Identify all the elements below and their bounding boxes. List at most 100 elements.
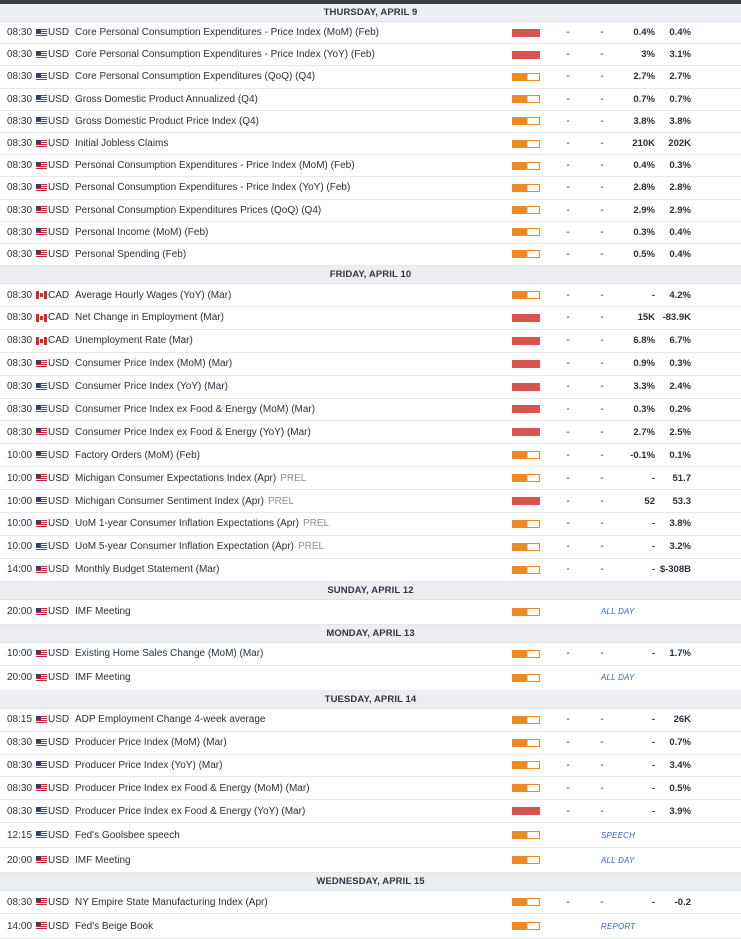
event-name[interactable]: IMF Meeting xyxy=(75,848,131,872)
event-name[interactable]: Personal Consumption Expenditures Prices… xyxy=(75,200,321,221)
event-row[interactable]: 08:30 USD Consumer Price Index ex Food & E… xyxy=(0,398,741,422)
event-name[interactable]: Gross Domestic Product Annualized (Q4) xyxy=(75,89,258,110)
event-name[interactable]: Unemployment Rate (Mar) xyxy=(75,330,193,352)
event-name[interactable]: UoM 5-year Consumer Inflation Expectatio… xyxy=(75,536,324,558)
event-row[interactable]: 10:00 USD Factory Orders (MoM) (Feb) - - -0.1… xyxy=(0,444,741,468)
event-name[interactable]: IMF Meeting xyxy=(75,666,131,690)
event-name[interactable]: Gross Domestic Product Price Index (Q4) xyxy=(75,111,259,132)
event-name[interactable]: Personal Consumption Expenditures - Pric… xyxy=(75,155,355,176)
event-name[interactable]: Average Hourly Wages (YoY) (Mar) xyxy=(75,284,231,306)
event-row[interactable]: 20:00 USD IMF Meeting ALL DAY xyxy=(0,599,741,625)
event-row[interactable]: 08:30 USD Gross Domestic Product Annualize… xyxy=(0,88,741,111)
medium-impact-indicator xyxy=(512,284,540,306)
event-title: NY Empire State Manufacturing Index (Apr… xyxy=(75,896,268,908)
event-row[interactable]: 10:00 USD Existing Home Sales Change (MoM)… xyxy=(0,642,741,666)
forecast-value: - xyxy=(651,737,655,749)
event-row[interactable]: 08:30 USD Core Personal Consumption Expend… xyxy=(0,44,741,67)
event-name[interactable]: UoM 1-year Consumer Inflation Expectatio… xyxy=(75,513,329,535)
event-name[interactable]: Michigan Consumer Sentiment Index (Apr) P… xyxy=(75,490,294,512)
event-name[interactable]: Consumer Price Index (MoM) (Mar) xyxy=(75,353,232,375)
actual-value: - xyxy=(566,541,570,553)
event-row[interactable]: 20:00 USD IMF Meeting ALL DAY xyxy=(0,665,741,691)
forecast-value: - xyxy=(651,518,655,530)
event-row[interactable]: 10:00 USD Michigan Consumer Sentiment Inde… xyxy=(0,490,741,513)
event-row[interactable]: 10:00 USD UoM 5-year Consumer Inflation Ex… xyxy=(0,535,741,559)
event-row[interactable]: 10:00 USD UoM 1-year Consumer Inflation Ex… xyxy=(0,512,741,536)
event-name[interactable]: Michigan Consumer Expectations Index (Ap… xyxy=(75,467,306,489)
forecast-value: - xyxy=(651,289,655,301)
event-name[interactable]: Personal Consumption Expenditures - Pric… xyxy=(75,177,350,198)
event-name[interactable]: Producer Price Index (MoM) (Mar) xyxy=(75,732,227,754)
event-time: 10:00 xyxy=(7,449,33,461)
event-row[interactable]: 08:30 USD Producer Price Index ex Food & E… xyxy=(0,800,741,824)
currency-code: USD xyxy=(48,541,70,553)
event-name[interactable]: Producer Price Index (YoY) (Mar) xyxy=(75,755,222,777)
event-row[interactable]: 08:30 USD Producer Price Index (YoY) (Mar)… xyxy=(0,754,741,778)
us-flag-icon xyxy=(36,444,47,466)
event-row[interactable]: 08:30 CAD Net Change in Employment (Mar) - -… xyxy=(0,306,741,330)
event-row[interactable]: 08:30 USD Personal Spending (Feb) - -0.5% 0.4… xyxy=(0,243,741,267)
event-row[interactable]: 08:30 USD Producer Price Index (MoM) (Mar)… xyxy=(0,731,741,755)
event-row[interactable]: 08:30 USD Personal Consumption Expenditure… xyxy=(0,177,741,200)
event-name[interactable]: Core Personal Consumption Expenditures -… xyxy=(75,44,375,65)
event-name[interactable]: Existing Home Sales Change (MoM) (Mar) xyxy=(75,643,263,665)
high-impact-indicator xyxy=(512,399,540,421)
event-title: UoM 1-year Consumer Inflation Expectatio… xyxy=(75,518,299,530)
event-row[interactable]: 08:30 USD Consumer Price Index (YoY) (Mar)… xyxy=(0,375,741,399)
event-row[interactable]: 08:30 USD Consumer Price Index (MoM) (Mar)… xyxy=(0,352,741,376)
event-row[interactable]: 08:30 USD NY Empire State Manufacturing In… xyxy=(0,891,741,915)
event-row[interactable]: 08:30 USD Gross Domestic Product Price Ind… xyxy=(0,110,741,133)
event-row[interactable]: 14:00 USD Fed's Beige Book REPORT xyxy=(0,914,741,939)
event-name[interactable]: Fed's Beige Book xyxy=(75,914,153,938)
event-name[interactable]: Initial Jobless Claims xyxy=(75,133,168,154)
event-row[interactable]: 20:00 USD IMF Meeting ALL DAY xyxy=(0,848,741,874)
event-row[interactable]: 14:00 USD Monthly Budget Statement (Mar) - -… xyxy=(0,558,741,582)
event-row[interactable]: 08:30 USD Personal Consumption Expenditure… xyxy=(0,155,741,178)
actual-value: - xyxy=(566,358,570,370)
event-name[interactable]: NY Empire State Manufacturing Index (Apr… xyxy=(75,891,268,913)
event-name[interactable]: Core Personal Consumption Expenditures -… xyxy=(75,22,379,43)
event-name[interactable]: Core Personal Consumption Expenditures (… xyxy=(75,66,315,87)
event-name[interactable]: Personal Spending (Feb) xyxy=(75,244,186,265)
us-flag-icon xyxy=(36,133,47,154)
event-name[interactable]: Consumer Price Index (YoY) (Mar) xyxy=(75,376,228,398)
event-name[interactable]: Producer Price Index ex Food & Energy (Y… xyxy=(75,800,305,822)
event-name[interactable]: Fed's Goolsbee speech xyxy=(75,823,180,847)
currency-code: CAD xyxy=(48,312,70,324)
previous-value: 0.7% xyxy=(669,737,691,749)
event-row[interactable]: 12:15 USD Fed's Goolsbee speech SPEECH xyxy=(0,823,741,849)
event-row[interactable]: 08:30 USD Consumer Price Index ex Food & E… xyxy=(0,421,741,445)
event-name[interactable]: Consumer Price Index ex Food & Energy (Y… xyxy=(75,421,311,443)
event-row[interactable]: 08:30 CAD Unemployment Rate (Mar) - -6.8% 6.7… xyxy=(0,329,741,353)
actual-value: - xyxy=(566,564,570,576)
event-row[interactable]: 08:30 CAD Average Hourly Wages (YoY) (Mar)… xyxy=(0,284,741,307)
actual-value: - xyxy=(566,289,570,301)
event-row[interactable]: 10:00 USD Michigan Consumer Expectations I… xyxy=(0,467,741,491)
forecast-value: - xyxy=(651,472,655,484)
event-name[interactable]: Monthly Budget Statement (Mar) xyxy=(75,559,220,581)
event-name[interactable]: Net Change in Employment (Mar) xyxy=(75,307,224,329)
event-name[interactable]: Consumer Price Index ex Food & Energy (M… xyxy=(75,399,315,421)
event-name[interactable]: ADP Employment Change 4-week average xyxy=(75,709,265,731)
event-row[interactable]: 08:30 USD Personal Consumption Expenditure… xyxy=(0,199,741,222)
event-row[interactable]: 08:30 USD Producer Price Index ex Food & E… xyxy=(0,777,741,801)
event-time: 08:30 xyxy=(7,204,33,216)
event-name[interactable]: IMF Meeting xyxy=(75,600,131,624)
event-row[interactable]: 08:30 USD Core Personal Consumption Expend… xyxy=(0,66,741,89)
prel-tag: PREL xyxy=(280,472,307,484)
previous-value: 0.2% xyxy=(669,403,691,415)
event-name[interactable]: Producer Price Index ex Food & Energy (M… xyxy=(75,777,310,799)
event-title: Producer Price Index (MoM) (Mar) xyxy=(75,737,227,749)
event-row[interactable]: 08:30 USD Initial Jobless Claims - -210K 202K xyxy=(0,132,741,156)
us-flag-icon xyxy=(36,222,47,243)
event-row[interactable]: 08:15 USD ADP Employment Change 4-week ave… xyxy=(0,708,741,732)
us-flag-icon xyxy=(36,914,47,938)
previous-value: 1.7% xyxy=(669,648,691,660)
event-row[interactable]: 08:30 USD Personal Income (MoM) (Feb) - -0.3… xyxy=(0,221,741,244)
event-name[interactable]: Personal Income (MoM) (Feb) xyxy=(75,222,208,243)
event-time: 08:30 xyxy=(7,71,33,83)
event-row[interactable]: 08:30 USD Core Personal Consumption Expend… xyxy=(0,22,741,45)
actual-value: - xyxy=(566,896,570,908)
event-title: Producer Price Index (YoY) (Mar) xyxy=(75,759,223,771)
event-name[interactable]: Factory Orders (MoM) (Feb) xyxy=(75,444,200,466)
